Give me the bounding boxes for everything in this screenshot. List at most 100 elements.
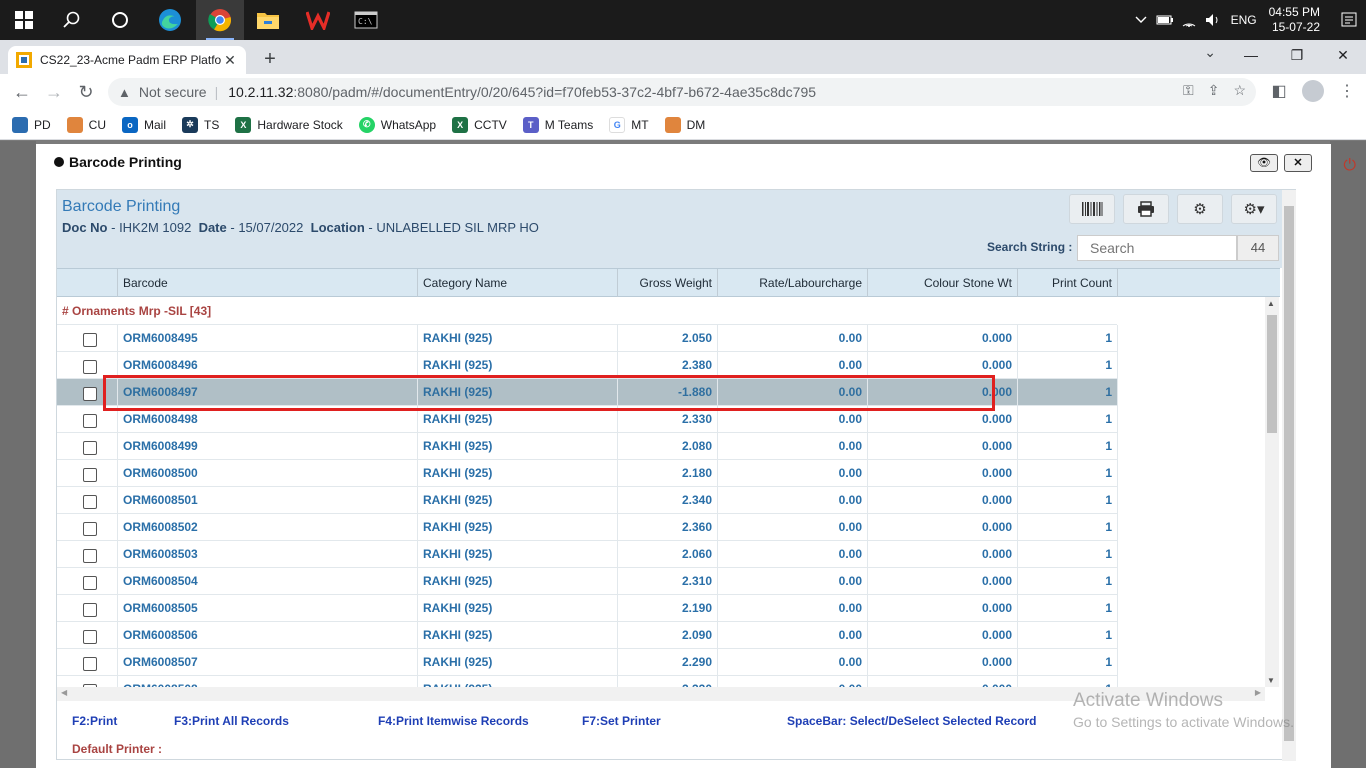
- reload-icon[interactable]: ↻: [72, 80, 100, 104]
- bookmark-star-icon[interactable]: ☆: [1233, 82, 1246, 99]
- volume-icon[interactable]: [1201, 0, 1225, 40]
- print-icon[interactable]: [1123, 194, 1169, 224]
- col-gross-weight[interactable]: Gross Weight: [618, 269, 718, 297]
- shortcut-f2[interactable]: F2:Print: [72, 714, 117, 728]
- cell-rate: 0.00: [718, 325, 868, 352]
- cortana-icon[interactable]: [96, 0, 144, 40]
- warning-icon[interactable]: ▲: [118, 85, 131, 100]
- grid-vertical-scrollbar[interactable]: ▲ ▼: [1265, 297, 1279, 687]
- bookmark-m-teams[interactable]: T M Teams: [522, 116, 593, 133]
- row-checkbox[interactable]: [83, 414, 97, 428]
- scroll-left-icon[interactable]: ◀: [61, 688, 67, 697]
- row-checkbox[interactable]: [83, 495, 97, 509]
- panel-scroll-thumb[interactable]: [1284, 206, 1294, 741]
- not-secure-label[interactable]: Not secure: [139, 84, 207, 100]
- table-row[interactable]: ORM6008508RAKHI (925)2.3300.000.0001: [57, 676, 1118, 687]
- minimize-icon[interactable]: —: [1228, 40, 1274, 70]
- share-icon[interactable]: ⇪: [1208, 82, 1220, 99]
- browser-tab[interactable]: CS22_23-Acme Padm ERP Platform ✕: [8, 46, 246, 74]
- row-checkbox[interactable]: [83, 549, 97, 563]
- cell-colour-stone: 0.000: [868, 649, 1018, 676]
- tab-close-icon[interactable]: ✕: [222, 52, 238, 69]
- col-category[interactable]: Category Name: [418, 269, 618, 297]
- close-window-icon[interactable]: ✕: [1320, 40, 1366, 70]
- table-row[interactable]: ORM6008502 RAKHI (925) 2.360 0.00 0.000 1: [57, 514, 1118, 541]
- table-row[interactable]: ORM6008504 RAKHI (925) 2.310 0.00 0.000 1: [57, 568, 1118, 595]
- scroll-up-icon[interactable]: ▲: [1267, 299, 1275, 308]
- grid-scroll-thumb[interactable]: [1267, 315, 1277, 433]
- forward-icon[interactable]: →: [40, 80, 68, 104]
- table-row[interactable]: ORM6008503 RAKHI (925) 2.060 0.00 0.000 1: [57, 541, 1118, 568]
- cell-checkbox: [57, 460, 118, 487]
- tab-search-chevron-icon[interactable]: ⌄: [1204, 44, 1216, 61]
- new-tab-icon[interactable]: +: [258, 48, 282, 72]
- table-row[interactable]: ORM6008505 RAKHI (925) 2.190 0.00 0.000 1: [57, 595, 1118, 622]
- table-row[interactable]: ORM6008506 RAKHI (925) 2.090 0.00 0.000 1: [57, 622, 1118, 649]
- bookmark-whatsapp[interactable]: ✆ WhatsApp: [358, 116, 436, 133]
- search-icon[interactable]: [48, 0, 96, 40]
- bookmark-cu[interactable]: CU: [66, 116, 106, 133]
- col-colour-stone[interactable]: Colour Stone Wt: [868, 269, 1018, 297]
- file-explorer-icon[interactable]: [244, 0, 292, 40]
- col-rate[interactable]: Rate/Labourcharge: [718, 269, 868, 297]
- profile-avatar[interactable]: [1302, 80, 1324, 102]
- power-icon[interactable]: ⏻: [1343, 157, 1356, 175]
- language-indicator[interactable]: ENG: [1231, 13, 1257, 27]
- side-panel-icon[interactable]: ◧: [1268, 81, 1290, 101]
- chrome-icon[interactable]: [196, 0, 244, 40]
- row-checkbox[interactable]: [83, 576, 97, 590]
- row-checkbox[interactable]: [83, 630, 97, 644]
- row-checkbox[interactable]: [83, 657, 97, 671]
- row-checkbox[interactable]: [83, 522, 97, 536]
- bookmark-mt[interactable]: G MT: [609, 116, 649, 133]
- eye-toggle-icon[interactable]: 👁: [1250, 154, 1278, 172]
- back-icon[interactable]: ←: [8, 80, 36, 104]
- notification-icon[interactable]: [1332, 0, 1366, 40]
- chevron-up-icon[interactable]: [1129, 0, 1153, 40]
- bookmark-dm[interactable]: DM: [664, 116, 705, 133]
- group-row[interactable]: # Ornaments Mrp -SIL [43]: [57, 297, 1117, 325]
- windows-start-icon[interactable]: [0, 0, 48, 40]
- row-checkbox[interactable]: [83, 441, 97, 455]
- row-checkbox[interactable]: [83, 333, 97, 347]
- menu-kebab-icon[interactable]: ⋮: [1336, 81, 1358, 101]
- bookmark-cctv[interactable]: X CCTV: [452, 116, 507, 133]
- table-row[interactable]: ORM6008495 RAKHI (925) 2.050 0.00 0.000 1: [57, 325, 1118, 352]
- table-row[interactable]: ORM6008501 RAKHI (925) 2.340 0.00 0.000 1: [57, 487, 1118, 514]
- settings-gears-icon[interactable]: ⚙: [1177, 194, 1223, 224]
- table-row[interactable]: ORM6008507 RAKHI (925) 2.290 0.00 0.000 1: [57, 649, 1118, 676]
- clock[interactable]: 04:55 PM 15-07-22: [1269, 5, 1320, 35]
- table-row[interactable]: ORM6008499 RAKHI (925) 2.080 0.00 0.000 1: [57, 433, 1118, 460]
- row-checkbox[interactable]: [83, 387, 97, 401]
- edge-icon[interactable]: [146, 0, 194, 40]
- barcode-icon[interactable]: [1069, 194, 1115, 224]
- restore-icon[interactable]: ❐: [1274, 40, 1320, 70]
- bookmark-mail[interactable]: o Mail: [122, 116, 166, 133]
- cell-category: RAKHI (925): [418, 325, 618, 352]
- address-bar[interactable]: ▲ Not secure | 10.2.11.32 :8080/padm/#/d…: [108, 78, 1256, 106]
- battery-icon[interactable]: [1153, 0, 1177, 40]
- scroll-down-icon[interactable]: ▼: [1267, 676, 1275, 685]
- options-dropdown-icon[interactable]: ⚙▾: [1231, 194, 1277, 224]
- shortcut-f3[interactable]: F3:Print All Records: [174, 714, 289, 728]
- bookmark-hardware-stock[interactable]: X Hardware Stock: [235, 116, 343, 133]
- key-icon[interactable]: ⚿: [1183, 82, 1194, 99]
- bookmark-pd[interactable]: PD: [12, 116, 51, 133]
- shortcut-spacebar[interactable]: SpaceBar: Select/DeSelect Selected Recor…: [787, 714, 1036, 728]
- row-checkbox[interactable]: [83, 360, 97, 374]
- watermark-line2: Go to Settings to activate Windows.: [1073, 714, 1294, 730]
- bookmark-ts[interactable]: ✲ TS: [182, 116, 219, 133]
- col-barcode[interactable]: Barcode: [118, 269, 418, 297]
- shortcut-f4[interactable]: F4:Print Itemwise Records: [378, 714, 529, 728]
- row-checkbox[interactable]: [83, 603, 97, 617]
- close-modal-icon[interactable]: ✕: [1284, 154, 1312, 172]
- col-print-count[interactable]: Print Count: [1018, 269, 1118, 297]
- search-input[interactable]: [1077, 235, 1237, 261]
- table-row[interactable]: ORM6008500 RAKHI (925) 2.180 0.00 0.000 1: [57, 460, 1118, 487]
- wifi-icon[interactable]: [1177, 0, 1201, 40]
- wps-office-icon[interactable]: [294, 0, 342, 40]
- shortcut-f7[interactable]: F7:Set Printer: [582, 714, 661, 728]
- row-checkbox[interactable]: [83, 468, 97, 482]
- panel-scrollbar[interactable]: [1282, 190, 1296, 761]
- terminal-icon[interactable]: C:\: [342, 0, 390, 40]
